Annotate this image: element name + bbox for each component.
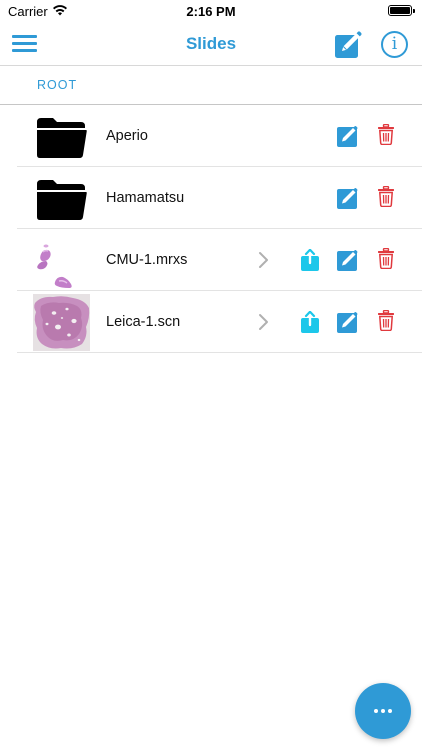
slide-thumbnail — [33, 294, 90, 351]
list-item-cmu-1[interactable]: CMU-1.mrxs — [17, 229, 422, 291]
nav-bar: Slides i — [0, 22, 422, 66]
status-bar: Carrier 2:16 PM — [0, 0, 422, 22]
info-circle-icon[interactable]: i — [381, 31, 408, 58]
more-actions-button[interactable] — [355, 683, 411, 739]
list-item-hamamatsu[interactable]: Hamamatsu — [17, 167, 422, 229]
section-header: ROOT — [0, 66, 422, 105]
chevron-right-icon — [259, 314, 268, 330]
slide-thumbnail — [37, 244, 72, 288]
trash-icon[interactable] — [378, 124, 394, 145]
status-time: 2:16 PM — [186, 4, 236, 19]
section-label-root: ROOT — [37, 78, 78, 92]
trash-icon[interactable] — [378, 186, 394, 207]
trash-icon[interactable] — [378, 248, 394, 269]
more-dots-icon — [374, 709, 378, 713]
item-name: CMU-1.mrxs — [106, 252, 188, 268]
edit-icon[interactable] — [337, 311, 359, 333]
edit-icon[interactable] — [337, 187, 359, 209]
share-icon[interactable] — [300, 311, 320, 333]
battery-tip — [413, 9, 415, 13]
trash-icon[interactable] — [378, 310, 394, 331]
list-item-leica-1[interactable]: Leica-1.scn — [17, 291, 422, 353]
item-name: Leica-1.scn — [106, 314, 181, 330]
folder-icon — [37, 118, 87, 158]
battery-icon — [388, 5, 415, 16]
share-icon[interactable] — [300, 249, 320, 271]
item-name: Hamamatsu — [106, 190, 185, 206]
battery-level-fill — [390, 7, 410, 14]
edit-square-icon[interactable] — [334, 31, 364, 59]
item-name: Aperio — [106, 128, 148, 144]
more-dots-icon — [388, 709, 392, 713]
edit-icon[interactable] — [337, 249, 359, 271]
more-dots-icon — [381, 709, 385, 713]
chevron-right-icon — [259, 252, 268, 268]
folder-icon — [37, 180, 87, 220]
list-item-aperio[interactable]: Aperio — [17, 105, 422, 167]
edit-icon[interactable] — [337, 125, 359, 147]
